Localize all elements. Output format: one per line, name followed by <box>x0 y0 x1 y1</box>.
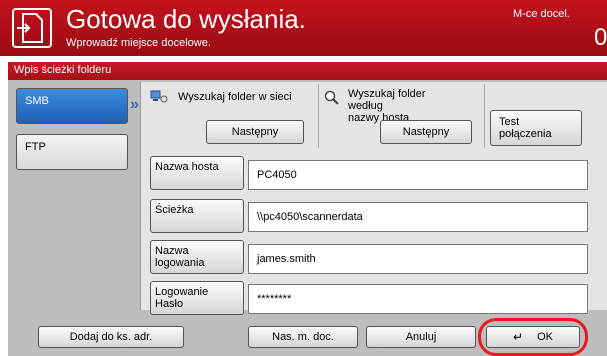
send-document-icon <box>12 8 52 48</box>
hostname-label-button[interactable]: Nazwa hosta <box>150 156 244 190</box>
destination-count: 0 <box>594 24 607 51</box>
test-connection-button[interactable]: Test połączenia <box>490 110 582 146</box>
password-field[interactable]: ******** <box>248 284 588 314</box>
path-field[interactable]: \\pc4050\scannerdata <box>248 202 588 232</box>
test-connection-line1: Test <box>499 116 520 128</box>
test-connection-line2: połączenia <box>499 128 552 140</box>
network-search-next-button[interactable]: Następny <box>206 120 304 144</box>
add-to-address-book-button[interactable]: Dodaj do ks. adr. <box>38 326 184 348</box>
active-tab-arrow-icon: » <box>130 96 139 113</box>
login-name-label-button[interactable]: Nazwa logowania <box>150 240 244 274</box>
status-title: Gotowa do wysłania. <box>66 4 306 34</box>
header-bar: Gotowa do wysłania. Wprowadź miejsce doc… <box>0 0 607 56</box>
tab-ftp[interactable]: FTP <box>16 134 128 170</box>
password-label-line1: Logowanie <box>155 286 209 298</box>
status-subtitle: Wprowadź miejsce docelowe. <box>66 37 211 49</box>
login-name-label-line2: logowania <box>155 257 205 269</box>
cancel-button[interactable]: Anuluj <box>366 326 476 348</box>
host-search-next-button[interactable]: Następny <box>380 120 472 144</box>
network-computer-icon <box>150 90 168 107</box>
path-label-button[interactable]: Ścieżka <box>150 199 244 233</box>
host-search-line1: Wyszukaj folder <box>348 88 426 100</box>
login-name-field[interactable]: james.smith <box>248 244 588 274</box>
divider <box>484 84 485 148</box>
tab-smb[interactable]: SMB <box>16 88 128 124</box>
panel-title: Wpis ścieżki folderu <box>8 62 607 80</box>
enter-icon: ↵ <box>513 330 524 344</box>
magnifier-icon <box>324 90 340 109</box>
hostname-label: Nazwa hosta <box>155 161 219 173</box>
destination-name-button[interactable]: Nas. m. doc. <box>248 326 358 348</box>
host-search-label: Wyszukaj folder według nazwy hosta <box>348 88 426 124</box>
hostname-field[interactable]: PC4050 <box>248 160 588 190</box>
password-label-line2: Hasło <box>155 298 184 310</box>
password-label-button[interactable]: Logowanie Hasło <box>150 281 244 315</box>
ok-label: OK <box>537 331 553 343</box>
ok-button[interactable]: ↵ OK <box>486 326 580 348</box>
divider <box>318 84 319 148</box>
login-name-label-line1: Nazwa <box>155 245 189 257</box>
path-label: Ścieżka <box>155 204 194 216</box>
network-search-label: Wyszukaj folder w sieci <box>178 91 292 103</box>
host-search-line2: według <box>348 100 383 112</box>
destination-count-label: M-ce docel. <box>513 8 570 20</box>
